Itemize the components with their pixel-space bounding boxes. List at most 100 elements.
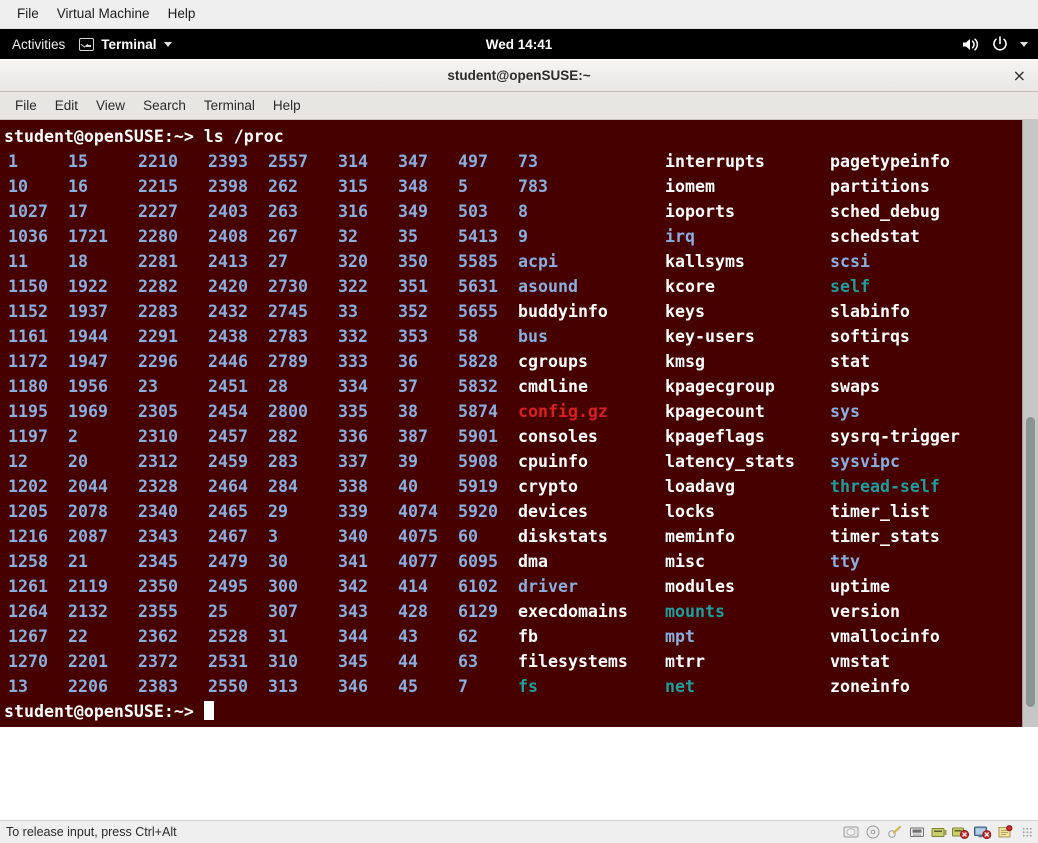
- listing-entry: kallsyms: [665, 252, 745, 271]
- listing-entry: kcore: [665, 277, 715, 296]
- listing-entry: 37: [398, 377, 418, 396]
- listing-entry: driver: [518, 577, 578, 596]
- terminal-body[interactable]: student@openSUSE:~> ls /proc 1 10 1027 1036 1…: [0, 120, 1038, 727]
- listing-entry: 2345: [138, 552, 178, 571]
- listing-entry: 1721: [68, 227, 108, 246]
- listing-entry: version: [830, 602, 900, 621]
- listing-entry: vmstat: [830, 652, 890, 671]
- listing-entry: 2362: [138, 627, 178, 646]
- listing-entry: 337: [338, 452, 368, 471]
- listing-entry: 2281: [138, 252, 178, 271]
- listing-entry: 284: [268, 477, 298, 496]
- listing-entry: 2789: [268, 352, 308, 371]
- listing-entry: 15: [68, 152, 88, 171]
- listing-entry: kpagecount: [665, 402, 765, 421]
- listing-entry: 322: [338, 277, 368, 296]
- listing-entry: pagetypeinfo: [830, 152, 950, 171]
- listing-entry: 2312: [138, 452, 178, 471]
- terminal-output[interactable]: student@openSUSE:~> ls /proc 1 10 1027 1036 1…: [0, 120, 1022, 727]
- listing-entry: 352: [398, 302, 428, 321]
- final-prompt-line[interactable]: student@openSUSE:~>: [4, 699, 1022, 724]
- vm-menu-virtual-machine[interactable]: Virtual Machine: [48, 4, 159, 24]
- listing-entry: swaps: [830, 377, 880, 396]
- app-menu-button[interactable]: Terminal: [79, 37, 172, 52]
- listing-entry: dma: [518, 552, 548, 571]
- listing-entry: 60: [458, 527, 478, 546]
- close-icon[interactable]: ×: [1013, 67, 1026, 84]
- network-adapter-icon[interactable]: [930, 824, 947, 840]
- vm-menu-help[interactable]: Help: [159, 4, 205, 24]
- listing-entry: 2464: [208, 477, 248, 496]
- listing-entry: timer_stats: [830, 527, 940, 546]
- listing-entry: meminfo: [665, 527, 735, 546]
- listing-entry: 1267: [8, 627, 48, 646]
- listing-entry: crypto: [518, 477, 578, 496]
- optical-disk-icon[interactable]: [864, 824, 881, 840]
- listing-entry: 2446: [208, 352, 248, 371]
- listing-entry: 13: [8, 677, 28, 696]
- listing-entry: 21: [68, 552, 88, 571]
- power-icon[interactable]: [992, 36, 1008, 52]
- listing-entry: 1036: [8, 227, 48, 246]
- hard-disk-icon[interactable]: [842, 824, 859, 840]
- display-disabled-icon[interactable]: [974, 824, 991, 840]
- listing-entry: 282: [268, 427, 298, 446]
- menu-search[interactable]: Search: [134, 95, 195, 116]
- usb-icon[interactable]: [908, 824, 925, 840]
- listing-entry: 2355: [138, 602, 178, 621]
- floppy-disk-icon[interactable]: [886, 824, 903, 840]
- listing-entry: 7: [458, 677, 468, 696]
- listing-entry: 2206: [68, 677, 108, 696]
- network-disabled-icon[interactable]: [952, 824, 969, 840]
- listing-entry: 1152: [8, 302, 48, 321]
- volume-icon[interactable]: [962, 37, 980, 52]
- listing-entry: tty: [830, 552, 860, 571]
- shared-folders-icon[interactable]: [996, 824, 1013, 840]
- listing-entry: cmdline: [518, 377, 588, 396]
- listing-entry: 40: [398, 477, 418, 496]
- listing-entry: 10: [8, 177, 28, 196]
- terminal-scrollbar[interactable]: [1022, 120, 1038, 727]
- listing-entry: 2745: [268, 302, 308, 321]
- scrollbar-thumb[interactable]: [1026, 417, 1035, 707]
- listing-entry: 2119: [68, 577, 108, 596]
- activities-button[interactable]: Activities: [12, 37, 65, 52]
- listing-entry: cgroups: [518, 352, 588, 371]
- listing-entry: filesystems: [518, 652, 628, 671]
- listing-entry: 5631: [458, 277, 498, 296]
- listing-entry: 262: [268, 177, 298, 196]
- listing-entry: 20: [68, 452, 88, 471]
- vm-menu-file[interactable]: File: [8, 4, 48, 24]
- listing-entry: 2280: [138, 227, 178, 246]
- vm-host-menubar: File Virtual Machine Help: [0, 0, 1038, 29]
- listing-entry: 1161: [8, 327, 48, 346]
- listing-entry: 1202: [8, 477, 48, 496]
- menu-edit[interactable]: Edit: [46, 95, 87, 116]
- listing-entry: 32: [338, 227, 358, 246]
- resize-grip[interactable]: [1022, 827, 1032, 837]
- listing-entry: 2296: [138, 352, 178, 371]
- menu-terminal[interactable]: Terminal: [195, 95, 264, 116]
- listing-entry: 25: [208, 602, 228, 621]
- vm-status-bar: To release input, press Ctrl+Alt: [0, 820, 1038, 843]
- listing-entry: 347: [398, 152, 428, 171]
- listing-entry: 23: [138, 377, 158, 396]
- listing-entry: 2305: [138, 402, 178, 421]
- menu-file[interactable]: File: [6, 95, 46, 116]
- gnome-system-menu[interactable]: [962, 36, 1028, 52]
- listing-entry: fs: [518, 677, 538, 696]
- listing-entry: 2201: [68, 652, 108, 671]
- listing-entry: 349: [398, 202, 428, 221]
- listing-entry: 336: [338, 427, 368, 446]
- listing-column: 2557 262 263 267 27 2730 2745 2783 2789 28 2800 282…: [268, 149, 308, 699]
- menu-help[interactable]: Help: [264, 95, 310, 116]
- menu-view[interactable]: View: [87, 95, 134, 116]
- listing-entry: 333: [338, 352, 368, 371]
- listing-entry: 2343: [138, 527, 178, 546]
- listing-entry: 17: [68, 202, 88, 221]
- window-title: student@openSUSE:~: [447, 68, 591, 83]
- listing-entry: 6095: [458, 552, 498, 571]
- listing-entry: 1270: [8, 652, 48, 671]
- chevron-down-icon[interactable]: [1020, 41, 1028, 47]
- listing-entry: softirqs: [830, 327, 910, 346]
